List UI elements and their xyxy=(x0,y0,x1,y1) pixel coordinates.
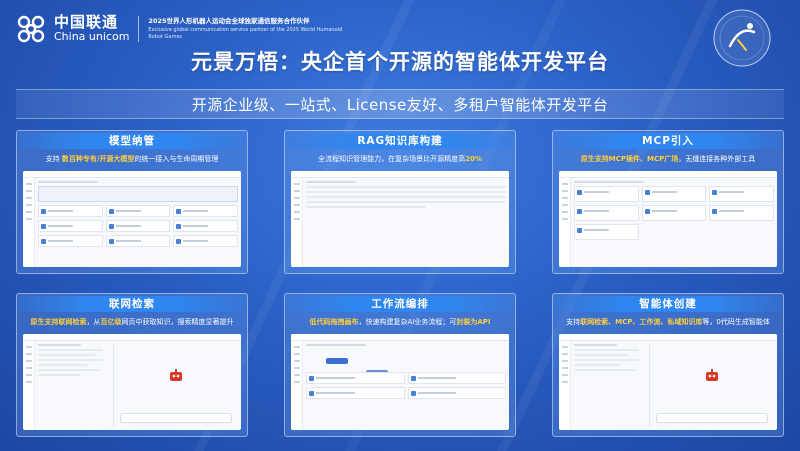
highlight-text: 封装为API xyxy=(456,318,491,326)
event-title: 2025世界人形机器人运动会全球独家通信服务合作伙伴 xyxy=(148,17,310,26)
agent-creation-screenshot xyxy=(559,334,777,430)
highlight-text: 低代码拖拽画布 xyxy=(309,318,359,326)
description-text: 网页中获取知识，搜索精度显著提升 xyxy=(121,318,234,326)
description-text: ，快速构建复杂AI业务流程；可 xyxy=(358,318,457,326)
card-title: 智能体创建 xyxy=(553,296,783,312)
highlight-text: 原生支持MCP插件、MCP广场 xyxy=(580,155,679,163)
mcp-screenshot xyxy=(559,171,777,267)
page-title: 元景万悟：央企首个开源的智能体开发平台 xyxy=(191,50,609,74)
card-description: 支持 数百种专有/开源大模型的统一接入与生命周期管理 xyxy=(21,154,243,164)
robot-avatar-icon xyxy=(170,368,182,381)
china-unicom-logo: 中国联通 China unicom 2025世界人形机器人运动会全球独家通信服务… xyxy=(14,12,348,46)
card-description: 原生支持联网检索，从百亿级网页中获取知识，搜索精度显著提升 xyxy=(21,317,243,327)
card-title: 工作流编排 xyxy=(285,296,515,312)
card-description: 低代码拖拽画布，快速构建复杂AI业务流程；可封装为API xyxy=(289,317,511,327)
logo-chinese-text: 中国联通 xyxy=(54,13,119,32)
logo-english-text: China unicom xyxy=(54,30,130,44)
card-title: 模型纳管 xyxy=(17,133,247,149)
description-text: ，从 xyxy=(86,318,101,326)
highlight-text: 百亿级 xyxy=(100,318,122,326)
card-rag-knowledge-base: RAG知识库构建 全流程知识管理能力，在复杂场景比开源精度高20% xyxy=(284,130,516,274)
description-text: 全流程知识管理能力，在复杂场景比开源精度高 xyxy=(318,155,466,163)
card-title: RAG知识库构建 xyxy=(285,133,515,149)
chat-input-preview xyxy=(120,413,232,423)
description-text: 支持 xyxy=(566,318,581,326)
web-search-screenshot xyxy=(23,334,241,430)
robot-avatar-icon xyxy=(706,368,718,381)
card-agent-creation: 智能体创建 支持联网检索、MCP、工作流、私域知识库等，0代码生成智能体 xyxy=(552,293,784,437)
description-text: 支持 xyxy=(45,155,62,163)
workflow-screenshot xyxy=(291,334,509,430)
card-mcp: MCP引入 原生支持MCP插件、MCP广场，无缝连接各种外部工具 xyxy=(552,130,784,274)
description-text: ，无缝连接各种外部工具 xyxy=(678,155,756,163)
card-description: 全流程知识管理能力，在复杂场景比开源精度高20% xyxy=(289,154,511,164)
highlight-text: 20% xyxy=(465,155,482,163)
unicom-knot-icon xyxy=(14,12,48,46)
description-text: 等，0代码生成智能体 xyxy=(702,318,770,326)
event-subtitle: Exclusive global communication service p… xyxy=(148,26,343,40)
card-model-management: 模型纳管 支持 数百种专有/开源大模型的统一接入与生命周期管理 xyxy=(16,130,248,274)
logo-divider xyxy=(138,16,140,42)
description-text: 的统一接入与生命周期管理 xyxy=(134,155,219,163)
card-description: 支持联网检索、MCP、工作流、私域知识库等，0代码生成智能体 xyxy=(557,317,779,327)
card-workflow: 工作流编排 低代码拖拽画布，快速构建复杂AI业务流程；可封装为API xyxy=(284,293,516,437)
card-web-search: 联网检索 原生支持联网检索，从百亿级网页中获取知识，搜索精度显著提升 xyxy=(16,293,248,437)
chat-input-preview xyxy=(656,413,768,423)
rag-screenshot xyxy=(291,171,509,267)
card-title: MCP引入 xyxy=(553,133,783,149)
page-subtitle: 开源企业级、一站式、License友好、多租户智能体开发平台 xyxy=(16,89,784,119)
highlight-text: 联网检索、MCP、工作流、私域知识库 xyxy=(580,318,703,326)
highlight-text: 原生支持联网检索 xyxy=(30,318,87,326)
card-title: 联网检索 xyxy=(17,296,247,312)
model-management-screenshot xyxy=(23,171,241,267)
card-description: 原生支持MCP插件、MCP广场，无缝连接各种外部工具 xyxy=(557,154,779,164)
highlight-text: 数百种专有/开源大模型 xyxy=(61,155,135,163)
